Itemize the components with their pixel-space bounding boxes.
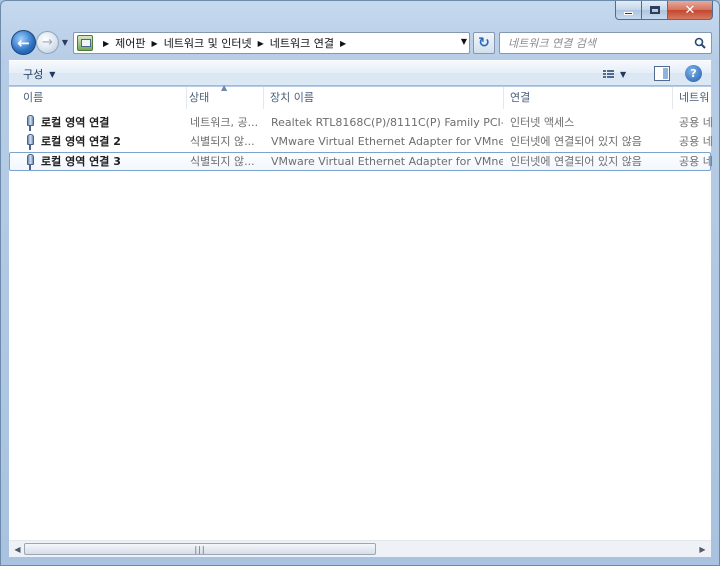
column-header-name[interactable]: 이름 (17, 87, 187, 109)
organize-menu-button[interactable]: 구성 ▼ (17, 65, 61, 83)
column-header-device[interactable]: 장치 이름 (264, 87, 504, 109)
maximize-icon (649, 6, 660, 14)
connection-status: 네트워크, 공... (190, 116, 259, 129)
maximize-button[interactable] (642, 1, 668, 20)
connection-connectivity: 인터넷 액세스 (510, 116, 575, 129)
connection-status: 식별되지 않... (190, 135, 255, 148)
breadcrumb-network-internet[interactable]: 네트워크 및 인터넷 (164, 35, 252, 51)
connection-name: 로컬 영역 연결 (41, 116, 110, 129)
column-header-connectivity[interactable]: 연결 (504, 87, 673, 109)
connection-device: VMware Virtual Ethernet Adapter for VMne… (271, 155, 503, 168)
connection-name: 로컬 영역 연결 2 (41, 135, 121, 148)
arrow-left-icon: ← (17, 33, 30, 52)
breadcrumb-separator-icon[interactable]: ▶ (152, 39, 158, 48)
refresh-button[interactable]: ↻ (473, 32, 495, 54)
refresh-icon: ↻ (478, 35, 490, 51)
network-adapter-icon (25, 154, 35, 170)
navigation-row: ← → ▼ ▶ 제어판 ▶ 네트워크 및 인터넷 ▶ 네트워크 연결 ▶ ▼ ↻ (9, 29, 712, 57)
address-dropdown-icon[interactable]: ▼ (461, 37, 467, 46)
arrow-right-icon: → (42, 35, 53, 50)
file-list-pane: 이름 상태 ▲ 장치 이름 연결 네트워 로컬 영역 연결 네트워크, 공...… (9, 83, 713, 557)
forward-button[interactable]: → (36, 31, 59, 54)
scroll-right-button[interactable]: ▶ (694, 541, 711, 558)
command-bar: 구성 ▼ ▼ ? (9, 60, 711, 86)
search-input[interactable] (508, 34, 691, 52)
breadcrumb-separator-icon[interactable]: ▶ (103, 39, 109, 48)
chevron-down-icon: ▼ (49, 69, 56, 79)
details-view-icon (603, 70, 614, 78)
breadcrumb-control-panel[interactable]: 제어판 (115, 35, 145, 51)
sort-ascending-icon: ▲ (221, 83, 228, 92)
scrollbar-thumb[interactable]: ||| (24, 543, 376, 555)
connection-category: 공용 네 (679, 135, 713, 148)
network-adapter-icon (25, 134, 35, 150)
help-label: ? (690, 67, 697, 80)
control-panel-icon (77, 35, 93, 51)
breadcrumb-separator-icon[interactable]: ▶ (340, 39, 346, 48)
close-icon: ✕ (684, 2, 696, 18)
breadcrumb-separator-icon[interactable]: ▶ (258, 39, 264, 48)
connection-device: Realtek RTL8168C(P)/8111C(P) Family PCI-… (271, 116, 503, 129)
connection-connectivity: 인터넷에 연결되어 있지 않음 (510, 135, 642, 148)
connection-connectivity: 인터넷에 연결되어 있지 않음 (510, 155, 642, 168)
horizontal-scrollbar[interactable]: ◀ ||| ▶ (9, 540, 711, 557)
network-adapter-icon (25, 115, 35, 131)
search-icon[interactable] (691, 34, 709, 52)
scroll-right-icon: ▶ (699, 545, 706, 554)
list-item[interactable]: 로컬 영역 연결 네트워크, 공... Realtek RTL8168C(P)/… (9, 114, 713, 132)
breadcrumb-network-connections[interactable]: 네트워크 연결 (270, 35, 334, 51)
back-button[interactable]: ← (11, 30, 36, 55)
chevron-down-icon: ▼ (620, 69, 627, 79)
connection-device: VMware Virtual Ethernet Adapter for VMne… (271, 135, 503, 148)
change-view-button[interactable]: ▼ (603, 65, 637, 83)
connection-category: 공용 네 (679, 155, 713, 168)
connection-status: 식별되지 않... (190, 155, 255, 168)
minimize-button[interactable] (615, 1, 642, 20)
recent-pages-dropdown[interactable]: ▼ (60, 37, 70, 47)
help-icon[interactable]: ? (685, 65, 702, 82)
column-header-category[interactable]: 네트워 (673, 87, 713, 109)
explorer-window: ✕ ← → ▼ ▶ 제어판 ▶ 네트워크 및 인터넷 ▶ 네트워크 연결 ▶ ▼… (0, 0, 720, 566)
list-item[interactable]: 로컬 영역 연결 2 식별되지 않... VMware Virtual Ethe… (9, 133, 713, 151)
scroll-left-icon: ◀ (14, 545, 21, 554)
caption-buttons: ✕ (615, 1, 713, 20)
minimize-icon (624, 11, 633, 15)
connection-category: 공용 네 (679, 116, 713, 129)
preview-pane-icon[interactable] (654, 66, 670, 81)
address-bar[interactable]: ▶ 제어판 ▶ 네트워크 및 인터넷 ▶ 네트워크 연결 ▶ ▼ (73, 32, 470, 54)
list-item-selected[interactable]: 로컬 영역 연결 3 식별되지 않... VMware Virtual Ethe… (9, 152, 713, 171)
connection-list: 로컬 영역 연결 네트워크, 공... Realtek RTL8168C(P)/… (9, 114, 713, 172)
connection-name: 로컬 영역 연결 3 (41, 155, 121, 168)
chevron-down-icon: ▼ (61, 37, 69, 47)
organize-label: 구성 (23, 68, 44, 81)
grip-icon: ||| (194, 544, 206, 554)
search-box[interactable] (499, 32, 712, 54)
close-button[interactable]: ✕ (668, 1, 713, 20)
column-headers: 이름 상태 ▲ 장치 이름 연결 네트워 (9, 83, 713, 109)
